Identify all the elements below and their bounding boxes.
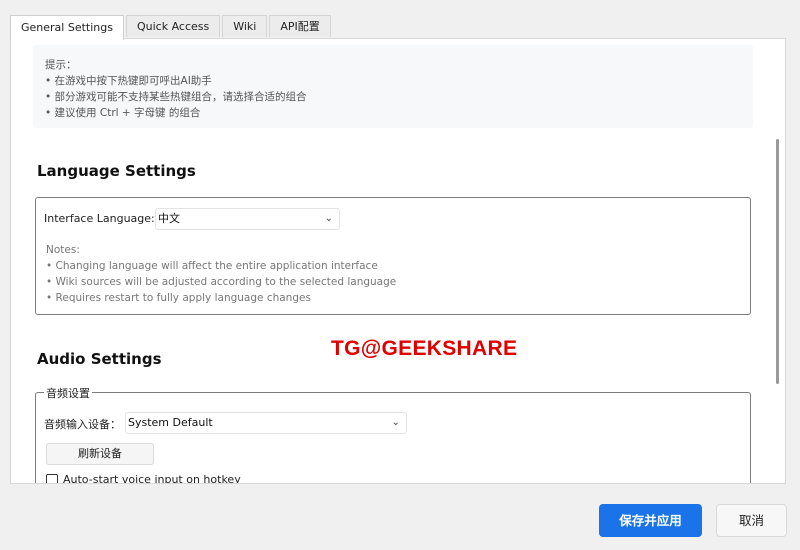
- audio-input-device-label: 音频输入设备：: [44, 418, 121, 431]
- language-settings-group: Interface Language: 中文 ⌄ Notes: • Changi…: [35, 197, 751, 315]
- auto-start-label: Auto-start voice input on hotkey: [63, 473, 241, 484]
- note-line: • Changing language will affect the enti…: [46, 260, 378, 272]
- auto-start-checkbox[interactable]: [46, 474, 58, 483]
- hint-line: • 部分游戏可能不支持某些热键组合，请选择合适的组合: [45, 91, 307, 103]
- tab-bar: General Settings Quick Access Wiki API配置: [10, 15, 333, 40]
- hint-line: • 建议使用 Ctrl + 字母键 的组合: [45, 107, 201, 119]
- hint-heading: 提示：: [45, 59, 77, 71]
- notes-heading: Notes:: [46, 244, 80, 256]
- hotkey-hint-box: 提示： • 在游戏中按下热键即可呼出AI助手 • 部分游戏可能不支持某些热键组合…: [33, 45, 753, 128]
- cancel-button[interactable]: 取消: [716, 504, 787, 537]
- chevron-down-icon: ⌄: [391, 417, 400, 428]
- interface-language-label: Interface Language:: [44, 212, 155, 225]
- chevron-down-icon: ⌄: [324, 213, 333, 224]
- save-and-apply-button[interactable]: 保存并应用: [599, 504, 702, 537]
- audio-input-device-select[interactable]: System Default ⌄: [125, 412, 407, 434]
- refresh-devices-button[interactable]: 刷新设备: [46, 443, 154, 465]
- tab-general-settings[interactable]: General Settings: [10, 15, 124, 40]
- tab-quick-access[interactable]: Quick Access: [125, 15, 221, 37]
- interface-language-value: 中文: [158, 212, 180, 225]
- tab-api-config[interactable]: API配置: [269, 15, 331, 37]
- vertical-scrollbar[interactable]: [774, 39, 782, 483]
- hint-line: • 在游戏中按下热键即可呼出AI助手: [45, 75, 212, 87]
- interface-language-select[interactable]: 中文 ⌄: [155, 208, 340, 230]
- audio-input-device-value: System Default: [128, 416, 213, 429]
- watermark-text: TG@GEEKSHARE: [331, 337, 518, 360]
- tab-wiki[interactable]: Wiki: [222, 15, 268, 37]
- settings-panel: 提示： • 在游戏中按下热键即可呼出AI助手 • 部分游戏可能不支持某些热键组合…: [10, 38, 786, 484]
- audio-settings-group: 音频设置 音频输入设备： System Default ⌄ 刷新设备 Auto-…: [35, 385, 751, 484]
- audio-settings-title: Audio Settings: [37, 350, 162, 368]
- note-line: • Requires restart to fully apply langua…: [46, 292, 311, 304]
- note-line: • Wiki sources will be adjusted accordin…: [46, 276, 397, 288]
- audio-group-legend: 音频设置: [44, 385, 92, 401]
- language-settings-title: Language Settings: [37, 162, 196, 180]
- scrollbar-thumb[interactable]: [776, 139, 779, 384]
